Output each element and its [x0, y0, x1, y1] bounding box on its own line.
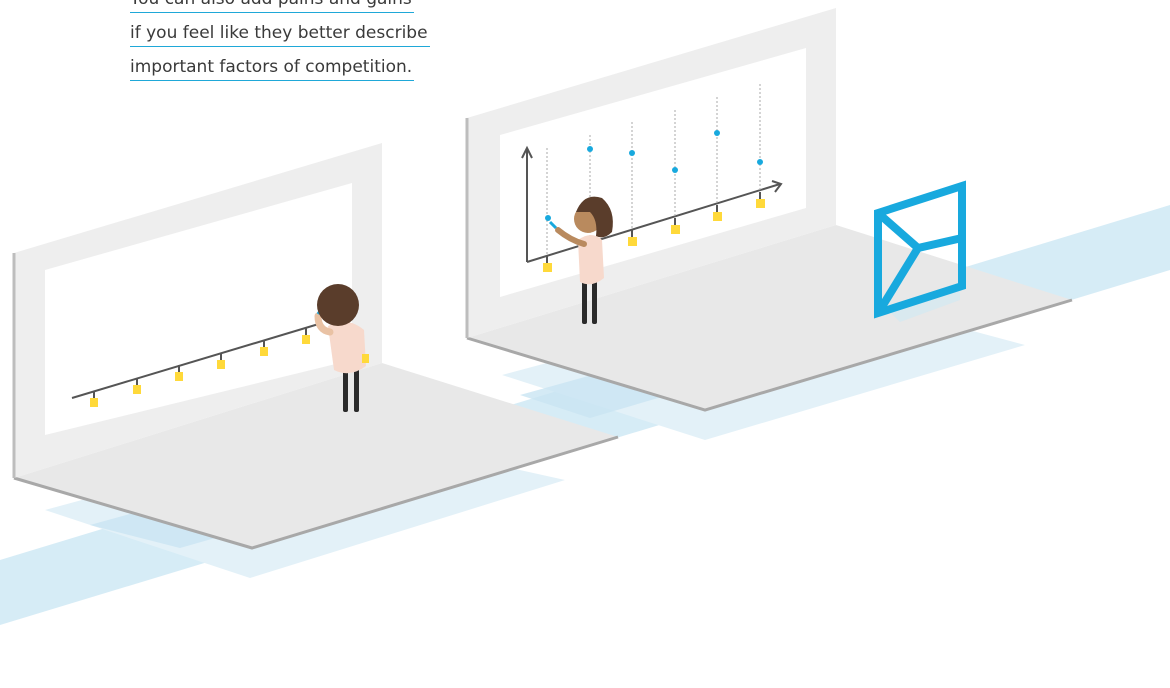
- chart-point: [629, 150, 635, 156]
- sticky-note: [90, 398, 98, 407]
- sticky-note: [302, 335, 310, 344]
- sticky-note: [175, 372, 183, 381]
- sticky-note: [543, 263, 552, 272]
- chart-point: [545, 215, 551, 221]
- sticky-note: [260, 347, 268, 356]
- sticky-note: [756, 199, 765, 208]
- sticky-note: [133, 385, 141, 394]
- chart-point: [672, 167, 678, 173]
- caption-line-2: if you feel like they better describe: [130, 20, 430, 47]
- illustration-scene: [0, 8, 1170, 625]
- caption-line-3: important factors of competition.: [130, 54, 415, 81]
- chart-point: [587, 146, 593, 152]
- caption: You can also add pains and gains if you …: [130, 0, 430, 88]
- caption-line-1: You can also add pains and gains: [130, 0, 414, 13]
- right-scene: [465, 8, 1073, 440]
- sticky-note: [217, 360, 225, 369]
- sticky-note: [671, 225, 680, 234]
- illustration-page: You can also add pains and gains if you …: [0, 0, 1170, 688]
- chart-point: [714, 130, 720, 136]
- sticky-note: [628, 237, 637, 246]
- sticky-note: [713, 212, 722, 221]
- chart-point: [757, 159, 763, 165]
